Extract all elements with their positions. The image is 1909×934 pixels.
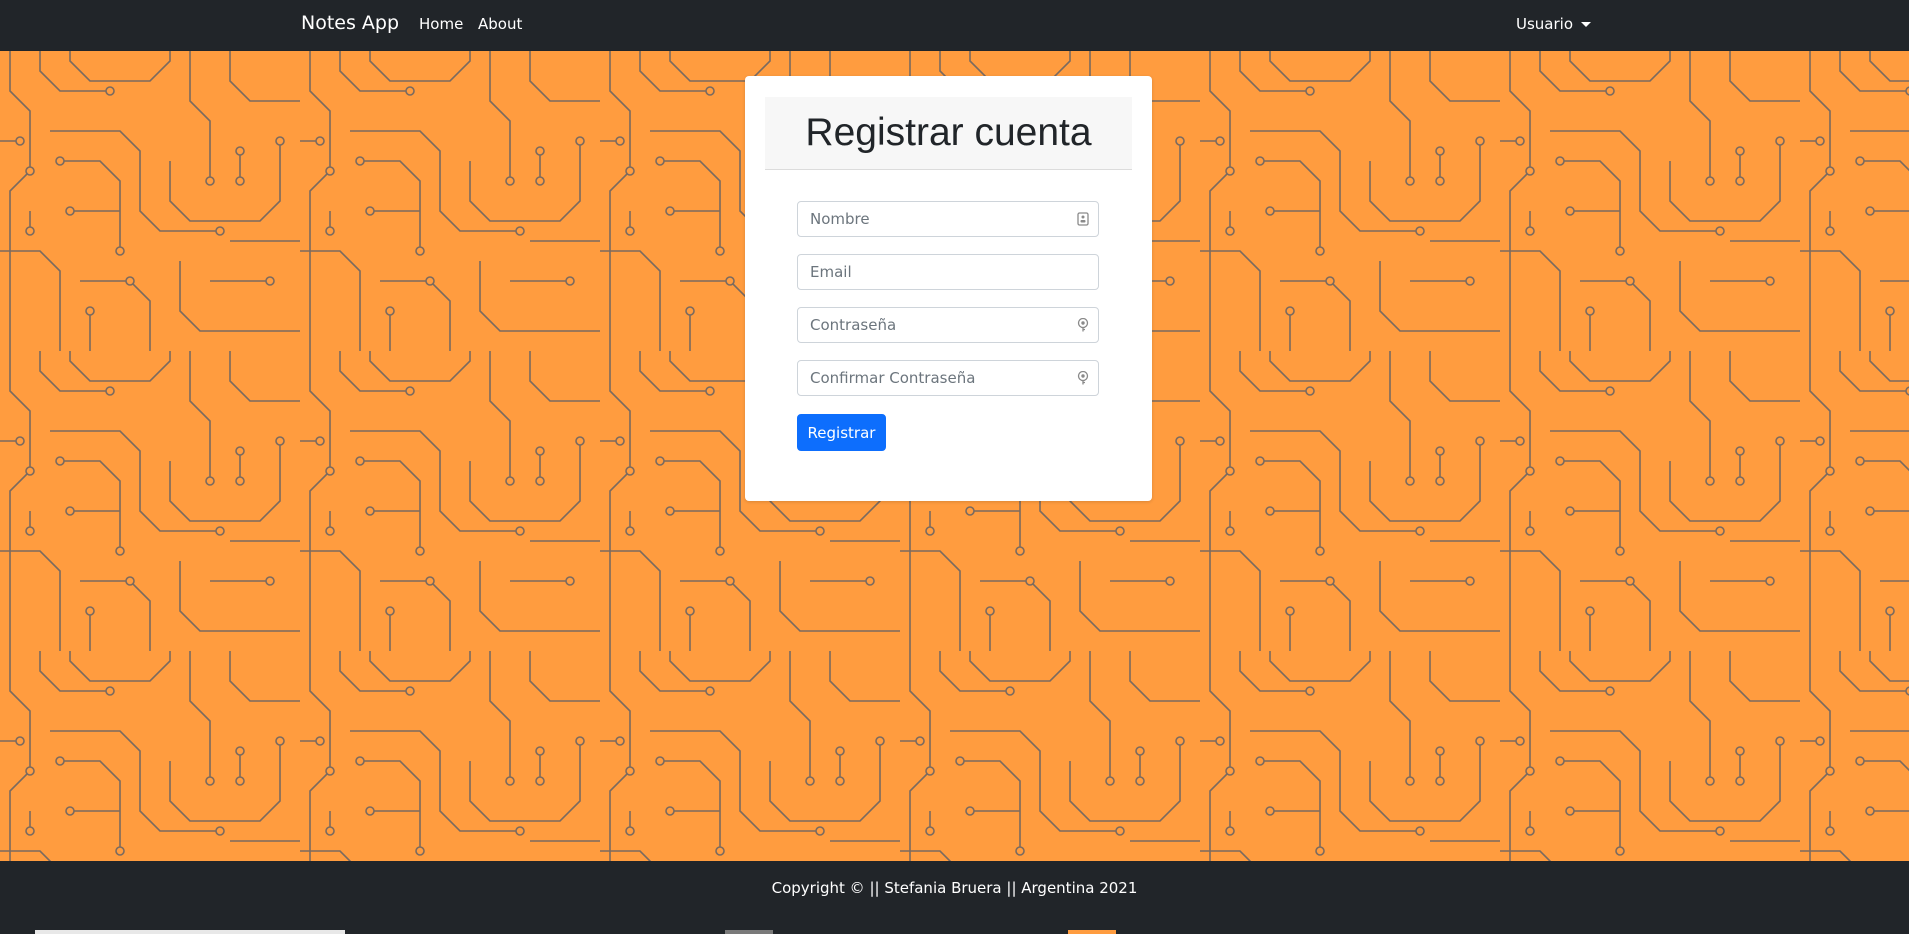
confirm-password-input[interactable]	[798, 368, 1072, 388]
card-header: Registrar cuenta	[765, 97, 1132, 170]
nav-about[interactable]: About	[478, 15, 522, 33]
footer-copyright: Copyright © || Stefania Bruera || Argent…	[771, 879, 1138, 897]
register-button[interactable]: Registrar	[797, 414, 886, 451]
email-field[interactable]	[797, 254, 1099, 290]
footer-strip-right	[1068, 930, 1116, 934]
id-card-icon	[1077, 212, 1089, 226]
key-icon	[1077, 318, 1089, 332]
page-title: Registrar cuenta	[805, 111, 1092, 154]
register-card: Registrar cuenta Registrar	[745, 76, 1152, 501]
name-field[interactable]	[797, 201, 1099, 237]
user-menu-label: Usuario	[1516, 15, 1574, 33]
footer-strip-mid	[725, 930, 773, 934]
confirm-password-field[interactable]	[797, 360, 1099, 396]
footer: Copyright © || Stefania Bruera || Argent…	[0, 861, 1909, 934]
user-menu-dropdown[interactable]: Usuario	[1516, 15, 1592, 33]
brand-link[interactable]: Notes App	[301, 12, 399, 34]
email-input[interactable]	[798, 262, 1072, 282]
key-icon	[1077, 371, 1089, 385]
footer-strip-left	[35, 930, 345, 934]
name-input[interactable]	[798, 209, 1072, 229]
nav-home[interactable]: Home	[419, 15, 463, 33]
caret-down-icon	[1581, 21, 1592, 27]
password-input[interactable]	[798, 315, 1072, 335]
password-field[interactable]	[797, 307, 1099, 343]
navbar: Notes App Home About Usuario	[0, 0, 1909, 51]
